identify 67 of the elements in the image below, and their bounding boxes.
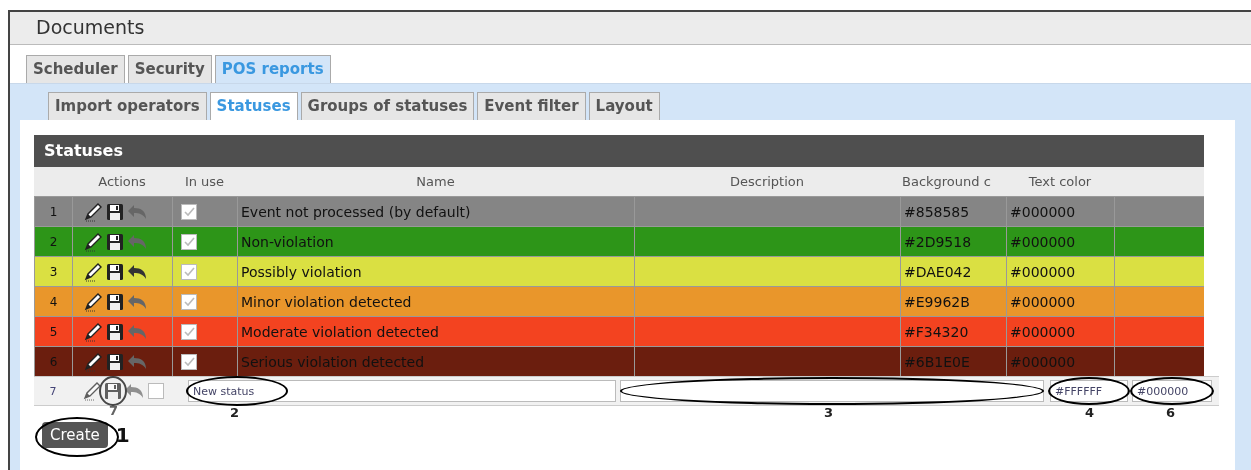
pencil-icon[interactable] [83,351,103,372]
table-cell: Moderate violation detected [237,316,634,346]
row-number: 2 [34,226,72,256]
table-cell: Possibly violation [237,256,634,286]
table-cell: #000000 [1006,316,1114,346]
row-number: 3 [34,256,72,286]
checkbox[interactable] [181,263,197,280]
table-cell: #DAE042 [900,256,1006,286]
callout-number: 4 [1085,405,1095,420]
column-header: In use [183,173,226,191]
callout-number: 6 [1166,405,1176,420]
checkbox[interactable] [181,203,197,220]
tab[interactable]: Import operators [48,92,207,120]
pencil-icon[interactable] [83,261,103,282]
table-cell: #F34320 [900,316,1006,346]
table-cell: Minor violation detected [237,286,634,316]
callout-number: 2 [230,405,240,420]
window-title: Documents [10,12,1251,45]
table-title: Statuses [34,135,1204,167]
row-number: 7 [48,384,58,398]
tab[interactable]: Layout [588,92,660,120]
pencil-icon[interactable] [83,231,103,252]
table-row[interactable]: 4 Minor violation detected #E9962B #000000 [34,286,1204,316]
undo-arrow-icon[interactable] [127,263,147,280]
pencil-icon[interactable] [83,291,103,312]
pencil-icon[interactable] [83,321,103,342]
pencil-icon[interactable] [82,381,102,401]
table-cell: #000000 [1006,286,1114,316]
column-header: Description [728,173,805,191]
checkbox[interactable] [181,353,197,370]
callout-number: 1 [115,423,130,447]
tab[interactable]: Scheduler [26,55,125,83]
table-row[interactable]: 3 Possibly violation #DAE042 #000000 [34,256,1204,286]
tab[interactable]: Security [127,55,212,83]
column-header: Name [415,173,456,191]
table-cell: Non-violation [237,226,634,256]
table-cell: #858585 [900,196,1006,226]
column-header: Text color [1027,173,1093,191]
tab[interactable]: Event filter [477,92,586,120]
row-number: 1 [34,196,72,226]
text-color-field[interactable]: #000000 [1132,380,1212,402]
row-number: 5 [34,316,72,346]
name-input-field[interactable]: New status [188,380,616,402]
row-number: 4 [34,286,72,316]
table-cell: Event not processed (by default) [237,196,634,226]
table-cell: #000000 [1006,256,1114,286]
tab[interactable]: Statuses [209,92,298,120]
checkbox[interactable] [181,293,197,310]
checkbox[interactable] [181,233,197,250]
table-cell: #000000 [1006,196,1114,226]
column-header: Actions [97,173,147,191]
background-color-field[interactable]: #FFFFFF [1050,380,1128,402]
table-cell: #2D9518 [900,226,1006,256]
checkbox[interactable] [181,323,197,340]
undo-arrow-icon[interactable] [124,383,144,399]
pencil-icon[interactable] [83,201,103,222]
column-header: Background c [901,173,992,191]
table-row[interactable]: 1 Event not processed (by default) #858585 #000000 [34,196,1204,226]
callout-number: 7 [109,403,119,418]
callout-number: 3 [824,405,834,420]
table-cell: #E9962B [900,286,1006,316]
create-button[interactable]: Create [42,422,108,448]
checkbox[interactable] [148,383,164,399]
table-row[interactable]: 2 Non-violation #2D9518 #000000 [34,226,1204,256]
table-row[interactable]: 5 Moderate violation detected #F34320 #000000 [34,316,1204,346]
table-cell: #000000 [1006,226,1114,256]
tab[interactable]: Groups of statuses [300,92,475,120]
